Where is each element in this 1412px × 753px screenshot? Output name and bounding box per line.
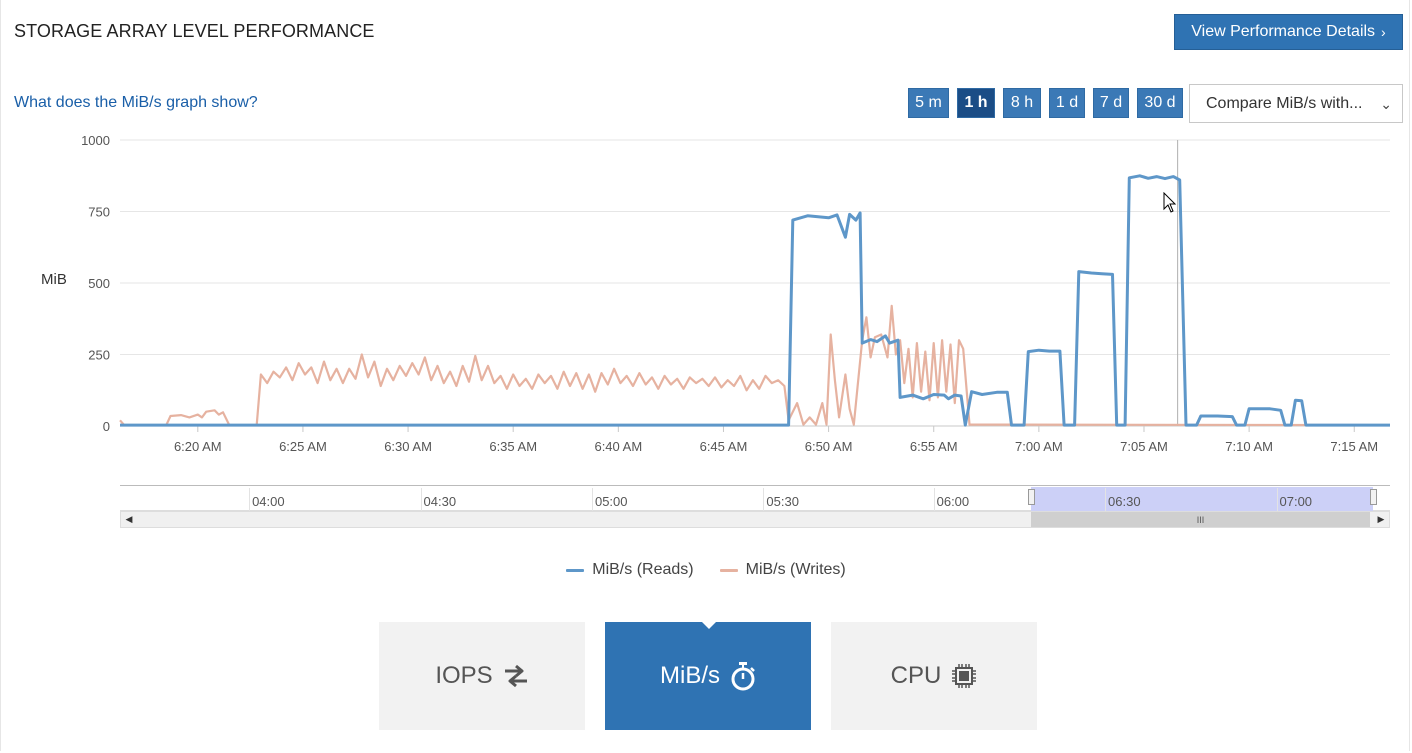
compare-select-value: Compare MiB/s with... <box>1206 94 1363 112</box>
navigator-time-label: 05:30 <box>766 494 799 509</box>
y-tick-label: 250 <box>88 348 110 363</box>
time-navigator[interactable]: 04:00 04:30 05:00 05:30 06:00 06:30 07:00 ◀ II… <box>120 485 1390 529</box>
x-tick-label: 7:10 AM <box>1225 439 1273 454</box>
chevron-down-icon: ⌄ <box>1380 96 1392 112</box>
x-tick-label: 6:45 AM <box>700 439 748 454</box>
navigator-time-label: 07:00 <box>1279 494 1313 509</box>
x-tick-label: 6:20 AM <box>174 439 222 454</box>
y-tick-label: 1000 <box>81 133 110 148</box>
mouse-cursor-icon <box>1163 192 1177 213</box>
y-tick-label: 750 <box>88 205 110 220</box>
legend-swatch-reads <box>566 568 585 572</box>
tile-iops-label: IOPS <box>435 662 493 689</box>
range-button-1d[interactable]: 1 d <box>1049 88 1085 118</box>
view-performance-details-button[interactable]: View Performance Details › <box>1174 14 1403 50</box>
x-tick-label: 7:15 AM <box>1330 439 1378 454</box>
navigator-track[interactable]: 04:00 04:30 05:00 05:30 06:00 06:30 07:00 <box>120 485 1390 512</box>
cpu-chip-icon <box>951 663 977 689</box>
y-axis-label: MiB <box>41 271 67 288</box>
range-button-7d[interactable]: 7 d <box>1093 88 1129 118</box>
range-button-5m[interactable]: 5 m <box>908 88 949 118</box>
legend-item-reads[interactable]: MiB/s (Reads) <box>566 561 694 579</box>
tile-cpu[interactable]: CPU <box>831 622 1037 730</box>
navigator-time-label: 04:30 <box>423 494 457 509</box>
compare-metric-select[interactable]: Compare MiB/s with... ⌄ <box>1189 84 1403 123</box>
page-title: STORAGE ARRAY LEVEL PERFORMANCE <box>14 21 375 41</box>
navigator-tick <box>763 488 765 512</box>
legend-item-writes[interactable]: MiB/s (Writes) <box>719 561 846 579</box>
series-line-reads[interactable] <box>120 174 1390 427</box>
tile-mibs-label: MiB/s <box>660 662 720 689</box>
tile-iops[interactable]: IOPS <box>379 622 585 730</box>
x-tick-label: 6:25 AM <box>279 439 327 454</box>
navigator-time-label: 06:00 <box>936 494 970 509</box>
navigator-time-label: 06:30 <box>1108 494 1141 509</box>
navigator-tick <box>933 488 935 512</box>
metric-tiles: IOPS MiB/s CPU <box>379 622 1037 730</box>
scroll-right-arrow-icon[interactable]: ▶ <box>1373 512 1389 527</box>
x-tick-label: 6:40 AM <box>594 439 642 454</box>
x-tick-label: 6:30 AM <box>384 439 432 454</box>
x-tick-label: 6:55 AM <box>910 439 958 454</box>
series-line-writes[interactable] <box>119 304 1391 427</box>
details-button-label: View Performance Details <box>1191 23 1376 40</box>
range-button-1h[interactable]: 1 h <box>957 88 995 118</box>
mibs-line-chart[interactable]: 0 250 500 750 1000 MiB 6:20 AM 6:25 AM 6:30 AM 6:… <box>0 130 1412 465</box>
time-range-buttons: 5 m 1 h 8 h 1 d 7 d 30 d <box>908 88 1183 118</box>
x-tick-label: 6:50 AM <box>805 439 853 454</box>
graph-help-link[interactable]: What does the MiB/s graph show? <box>14 94 258 112</box>
navigator-right-handle[interactable] <box>1370 489 1378 505</box>
navigator-tick <box>591 488 593 512</box>
scroll-thumb-grip-icon: III <box>1196 514 1205 525</box>
navigator-tick <box>249 488 251 512</box>
scrollbar-thumb[interactable]: III <box>1030 512 1371 527</box>
chevron-right-icon: › <box>1381 24 1386 40</box>
legend-label-reads: MiB/s (Reads) <box>592 561 694 578</box>
tile-mibs[interactable]: MiB/s <box>605 622 811 730</box>
tile-cpu-label: CPU <box>890 662 942 689</box>
x-tick-label: 6:35 AM <box>489 439 537 454</box>
y-tick-label: 0 <box>103 419 110 434</box>
x-tick-label: 7:00 AM <box>1015 439 1063 454</box>
swap-arrows-icon <box>503 664 529 688</box>
navigator-tick <box>1105 488 1107 512</box>
legend-label-writes: MiB/s (Writes) <box>745 561 846 578</box>
navigator-scrollbar[interactable]: ◀ III ▶ <box>120 511 1390 528</box>
x-tick-label: 7:05 AM <box>1120 439 1168 454</box>
y-tick-label: 500 <box>88 276 110 291</box>
chart-legend: MiB/s (Reads) MiB/s (Writes) <box>0 561 1412 579</box>
range-button-30d[interactable]: 30 d <box>1137 88 1183 118</box>
navigator-left-handle[interactable] <box>1027 489 1035 505</box>
legend-swatch-writes <box>719 568 738 572</box>
navigator-selection[interactable] <box>1030 487 1374 512</box>
stopwatch-icon <box>730 661 756 691</box>
scroll-left-arrow-icon[interactable]: ◀ <box>121 512 137 527</box>
range-button-8h[interactable]: 8 h <box>1003 88 1041 118</box>
navigator-time-label: 04:00 <box>252 494 285 509</box>
navigator-tick <box>1276 488 1278 512</box>
navigator-time-label: 05:00 <box>594 494 628 509</box>
navigator-tick <box>420 488 422 512</box>
